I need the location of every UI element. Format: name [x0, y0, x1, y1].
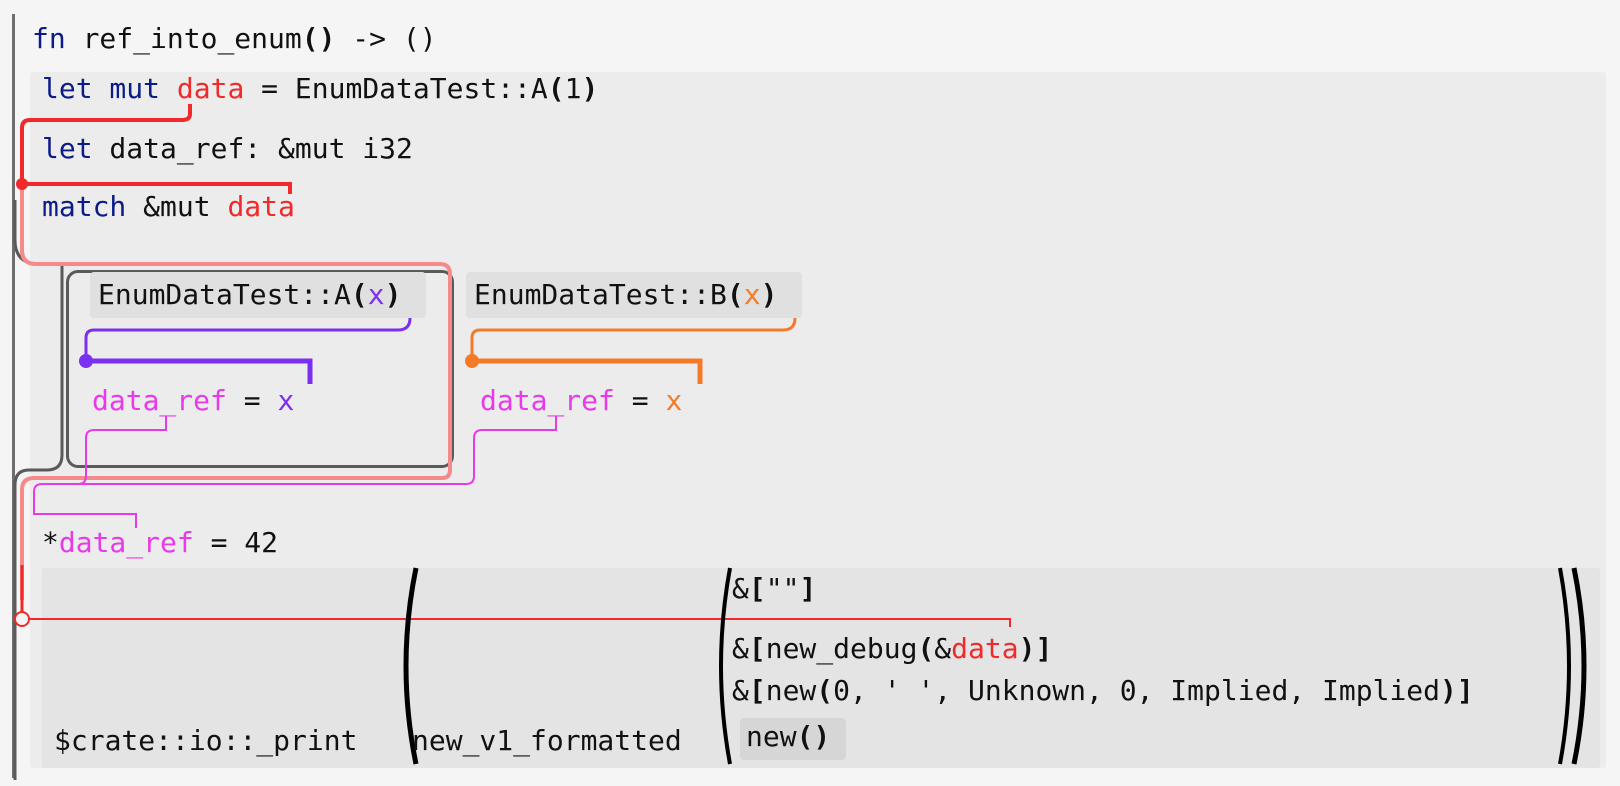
close-bracket: ] — [1456, 674, 1474, 707]
print-close-paren — [1571, 567, 1587, 765]
new-debug-call: new_debug — [765, 632, 918, 665]
format-arg-unsafe: new() — [746, 720, 830, 754]
fn-keyword: fn — [32, 22, 66, 55]
match-borrow: &mut — [126, 190, 228, 223]
new-v1-formatted: new_v1_formatted — [412, 724, 682, 757]
spec-args: 0, ' ', Unknown, 0, Implied, Implied — [833, 674, 1441, 707]
close-bracket: ] — [1035, 632, 1053, 665]
format-arg-args: &[new_debug(&data)] — [732, 632, 1052, 666]
close-paren: ) — [1440, 674, 1457, 707]
binding-a-link — [84, 317, 412, 360]
pattern-a-name: EnumDataTest::A — [98, 278, 351, 311]
enum-arg: 1 — [564, 72, 582, 105]
close-paren: ) — [1018, 632, 1036, 665]
fn-return-type: -> () — [335, 22, 437, 55]
assign-rhs-a: x — [277, 384, 295, 417]
binding-a-mark — [86, 358, 313, 384]
deref-assign: = 42 — [193, 526, 279, 559]
format-arg-specs: &[new(0, ' ', Unknown, 0, Implied, Impli… — [732, 674, 1474, 708]
print-borrow-circle — [14, 611, 30, 627]
fn-close-paren: ) — [318, 22, 336, 55]
close-bracket: ] — [799, 572, 817, 605]
amp: & — [732, 572, 749, 605]
arm-a-body: data_ref = x — [92, 384, 294, 418]
match-keyword: match — [42, 190, 127, 223]
print-borrow-mark — [22, 618, 1011, 627]
code-line-deref: *data_ref = 42 — [42, 526, 278, 560]
arm-a-pattern: EnumDataTest::A(x) — [98, 278, 401, 312]
amp: & — [732, 674, 749, 707]
open-bracket: [ — [748, 572, 766, 605]
binding-b-dot — [465, 354, 479, 368]
data-ref-variable: data_ref — [58, 526, 194, 559]
data-ref-flow-b — [42, 416, 557, 485]
binding-b-link — [470, 317, 797, 360]
data-ref-decl: data_ref: &mut i32 — [92, 132, 413, 165]
binding-b-mark — [472, 358, 703, 384]
data-variable: data — [951, 632, 1019, 665]
code-line-let-data-ref: let data_ref: &mut i32 — [42, 132, 413, 166]
enum-constructor: = EnumDataTest::A — [244, 72, 548, 105]
let-keyword: let — [42, 132, 93, 165]
format-open-paren — [719, 567, 732, 765]
binding-x-b: x — [743, 278, 761, 311]
print-function: $crate::io::_print — [54, 724, 358, 757]
open-bracket: [ — [748, 674, 766, 707]
open-paren: ( — [726, 278, 744, 311]
data-ref-flow-a — [33, 416, 167, 528]
close-paren: ) — [760, 278, 778, 311]
fn-header: fn ref_into_enum() -> () — [32, 22, 437, 56]
binding-a-dot — [79, 354, 93, 368]
data-borrow-dot — [16, 178, 28, 190]
assign-rhs-b: x — [665, 384, 683, 417]
open-paren: ( — [816, 674, 834, 707]
amp: & — [934, 632, 952, 665]
assign-op: = — [614, 384, 666, 417]
data-ref-assign-b: data_ref — [480, 384, 615, 417]
format-close-paren — [1558, 567, 1571, 765]
fn-open-paren: ( — [301, 22, 319, 55]
open-paren: ( — [350, 278, 368, 311]
code-line-match: match &mut data — [42, 190, 295, 224]
code-line-let-data: let mut data = EnumDataTest::A(1) — [42, 72, 598, 106]
data-variable: data — [176, 72, 245, 105]
empty-parens: () — [796, 720, 831, 753]
arm-b-body: data_ref = x — [480, 384, 682, 418]
let-mut-keyword: let mut — [42, 72, 161, 105]
data-variable: data — [227, 190, 295, 223]
close-paren: ) — [581, 72, 599, 105]
amp: & — [732, 632, 749, 665]
open-bracket: [ — [748, 632, 766, 665]
empty-string: "" — [765, 572, 800, 605]
format-arg-pieces: &[""] — [732, 572, 816, 606]
pattern-b-name: EnumDataTest::B — [474, 278, 727, 311]
assign-op: = — [226, 384, 278, 417]
close-paren: ) — [384, 278, 402, 311]
binding-x-a: x — [367, 278, 385, 311]
open-paren: ( — [917, 632, 935, 665]
open-paren: ( — [547, 72, 565, 105]
new-call: new — [746, 720, 797, 753]
new-call: new — [765, 674, 817, 707]
deref-star: * — [42, 526, 59, 559]
arm-b-pattern: EnumDataTest::B(x) — [474, 278, 777, 312]
fn-name: ref_into_enum — [82, 22, 302, 55]
data-ref-assign-a: data_ref — [92, 384, 227, 417]
